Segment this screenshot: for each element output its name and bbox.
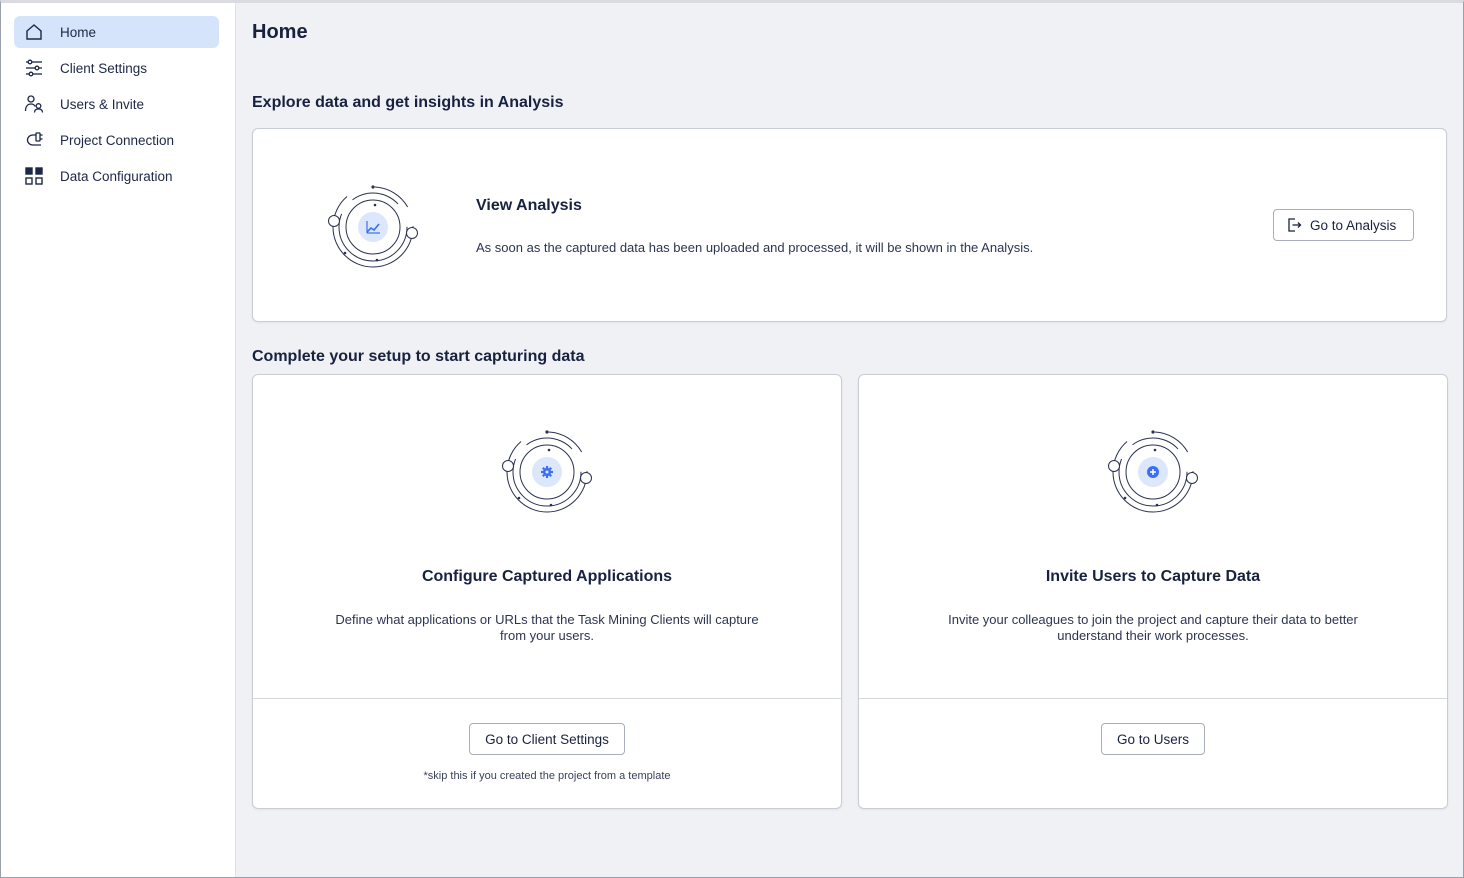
sidebar-item-client-settings[interactable]: Client Settings — [14, 52, 219, 84]
view-analysis-description: As soon as the captured data has been up… — [476, 240, 1034, 255]
users-icon — [24, 94, 44, 114]
configure-applications-description: Define what applications or URLs that th… — [335, 612, 759, 643]
sidebar-item-label: Home — [60, 24, 97, 40]
view-analysis-title: View Analysis — [476, 197, 582, 214]
page-title: Home — [252, 21, 308, 43]
app-window: Home Client Settings Users & Invite Proj… — [0, 0, 1464, 878]
analysis-section-heading: Explore data and get insights in Analysi… — [252, 94, 564, 111]
exit-arrow-icon — [1286, 217, 1302, 233]
sidebar-item-label: Users & Invite — [60, 96, 145, 112]
gear-icon — [499, 428, 595, 521]
sidebar-item-home[interactable]: Home — [14, 16, 219, 48]
go-to-users-button[interactable]: Go to Users — [1100, 723, 1206, 755]
button-wrapper: Go to Users — [859, 723, 1447, 755]
sidebar-item-label: Project Connection — [60, 132, 175, 148]
sidebar: Home Client Settings Users & Invite Proj… — [1, 3, 236, 877]
template-skip-note: *skip this if you created the project fr… — [423, 770, 671, 782]
invite-users-title: Invite Users to Capture Data — [1045, 568, 1261, 585]
configure-applications-card: Configure Captured Applications Define w… — [252, 374, 842, 809]
sidebar-item-project-connection[interactable]: Project Connection — [14, 124, 219, 156]
plus-icon — [1105, 428, 1201, 521]
card-divider — [253, 698, 841, 699]
invite-users-description: Invite your colleagues to join the proje… — [948, 612, 1358, 643]
invite-users-card: Invite Users to Capture Data Invite your… — [858, 374, 1448, 809]
view-analysis-card: View Analysis As soon as the captured da… — [252, 128, 1447, 322]
plug-icon — [24, 130, 44, 150]
configure-applications-title: Configure Captured Applications — [421, 568, 673, 585]
go-to-analysis-button[interactable]: Go to Analysis — [1273, 209, 1414, 241]
sidebar-item-data-configuration[interactable]: Data Configuration — [14, 160, 219, 192]
home-icon — [24, 22, 44, 42]
chart-icon — [325, 183, 421, 276]
button-wrapper: Go to Client Settings — [253, 723, 841, 755]
sidebar-item-label: Data Configuration — [60, 168, 173, 184]
sliders-icon — [24, 58, 44, 78]
go-to-analysis-label: Go to Analysis — [1310, 217, 1397, 233]
setup-section-heading: Complete your setup to start capturing d… — [252, 348, 585, 365]
main-content: Home Explore data and get insights in An… — [236, 3, 1463, 877]
card-divider — [859, 698, 1447, 699]
grid-icon — [24, 166, 44, 186]
sidebar-item-users[interactable]: Users & Invite — [14, 88, 219, 120]
go-to-client-settings-button[interactable]: Go to Client Settings — [469, 723, 625, 755]
sidebar-item-label: Client Settings — [60, 60, 148, 76]
setup-cards-row: Configure Captured Applications Define w… — [252, 374, 1448, 809]
